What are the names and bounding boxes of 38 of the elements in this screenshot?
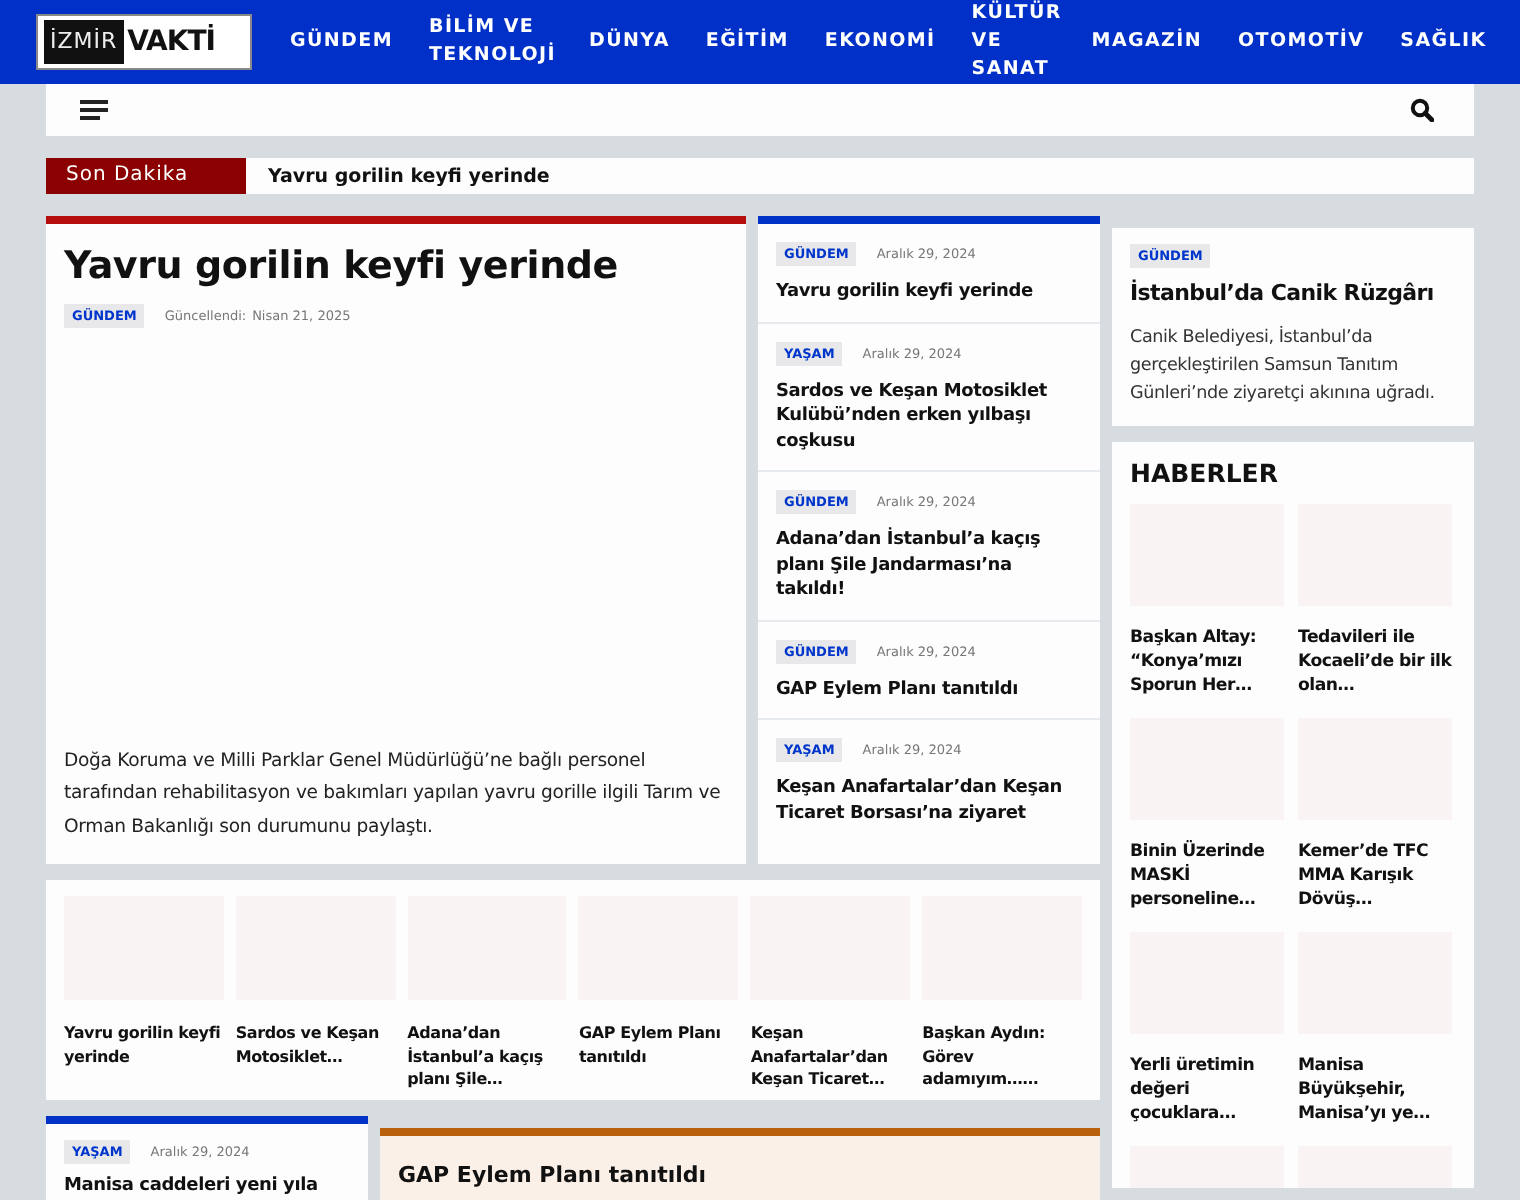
article-title[interactable]: Adana’dan İstanbul’a kaçış planı Şile Jandarması’na takıldı! bbox=[776, 528, 1082, 603]
article-title[interactable]: GAP Eylem Planı tanıtıldı bbox=[578, 1022, 739, 1068]
article-title[interactable]: Sardos ve Keşan Motosiklet Kulübü’nden erken yılbaşı coşkusu bbox=[776, 379, 1082, 454]
breaking-news-label: Son Dakika bbox=[46, 158, 246, 194]
nav-link[interactable]: GÜNDEM bbox=[272, 28, 411, 56]
article-summary: Doğa Koruma ve Milli Parklar Genel Müdürlüğü’ne bağlı personel tarafından rehabilitasyon ve bakımları yapılan yavru gorille ilgili Tarım ve Orman Bakanlığı son durumunu paylaştı. bbox=[64, 747, 723, 841]
breaking-news-headline[interactable]: Yavru gorilin keyfi yerinde bbox=[246, 165, 550, 187]
search-icon[interactable] bbox=[1410, 98, 1434, 122]
article-title[interactable]: Manisa Büyükşehir, Manisa’yı ye… bbox=[1298, 1054, 1452, 1130]
article-title[interactable]: Kemer’de TFC MMA Karışık Dövüş… bbox=[1298, 840, 1452, 916]
article-title[interactable]: Başkan Aydın: Görev adamıyım…… bbox=[922, 1022, 1082, 1091]
article-title[interactable]: GAP Eylem Planı tanıtıldı bbox=[776, 677, 1082, 702]
article-title[interactable]: Tedavileri ile Kocaeli’de bir ilk olan… bbox=[1298, 626, 1452, 702]
nav-link[interactable]: MAGAZİN bbox=[1073, 28, 1221, 56]
menu-icon[interactable] bbox=[80, 98, 108, 122]
nav-link[interactable]: EKONOMİ bbox=[806, 28, 954, 56]
article-title[interactable]: GAP Eylem Planı tanıtıldı bbox=[398, 1162, 707, 1188]
article-title[interactable]: Manisa caddeleri yeni yıla bbox=[64, 1174, 350, 1199]
article-title[interactable]: Başkan Altay: “Konya’mızı Sporun Her… bbox=[1130, 626, 1284, 702]
article-title[interactable]: Sardos ve Keşan Motosiklet… bbox=[235, 1022, 396, 1068]
article-title[interactable]: Binin Üzerinde MASKİ personeline… bbox=[1130, 840, 1284, 916]
site-logo[interactable]: İZMİR VAKTİ bbox=[36, 14, 252, 70]
nav-link[interactable]: SAĞLIK bbox=[1382, 28, 1487, 56]
nav-link[interactable]: EĞİTİM bbox=[687, 28, 807, 56]
section-heading: HABERLER bbox=[1130, 458, 1280, 488]
article-title[interactable]: İstanbul’da Canik Rüzgârı bbox=[1130, 280, 1456, 306]
article-title[interactable]: Yavru gorilin keyfi yerinde bbox=[776, 280, 1082, 305]
article-summary: Canik Belediyesi, İstanbul’da gerçekleştirilen Samsun Tanıtım Günleri’nde ziyaretçi akınına uğradı. bbox=[1130, 324, 1437, 408]
article-title[interactable]: Yerli üretimin değeri çocuklara… bbox=[1130, 1054, 1284, 1130]
article-title[interactable]: Adana’dan İstanbul’a kaçış planı Şile… bbox=[407, 1022, 567, 1091]
article-title[interactable]: Yavru gorilin keyfi yerinde bbox=[64, 1022, 224, 1068]
article-title[interactable]: Keşan Anafartalar’dan Keşan Ticaret… bbox=[750, 1022, 911, 1091]
article-title[interactable]: Yavru gorilin keyfi yerinde bbox=[64, 240, 728, 292]
nav-link[interactable]: BİLİM VE TEKNOLOJİ bbox=[411, 14, 571, 70]
nav-link[interactable]: KÜLTÜR VE SANAT bbox=[953, 0, 1074, 84]
nav-link[interactable]: OTOMOTİV bbox=[1220, 28, 1383, 56]
nav-link[interactable]: DÜNYA bbox=[571, 28, 688, 56]
article-title[interactable]: Keşan Anafartalar’dan Keşan Ticaret Borsası’na ziyaret bbox=[776, 776, 1082, 826]
